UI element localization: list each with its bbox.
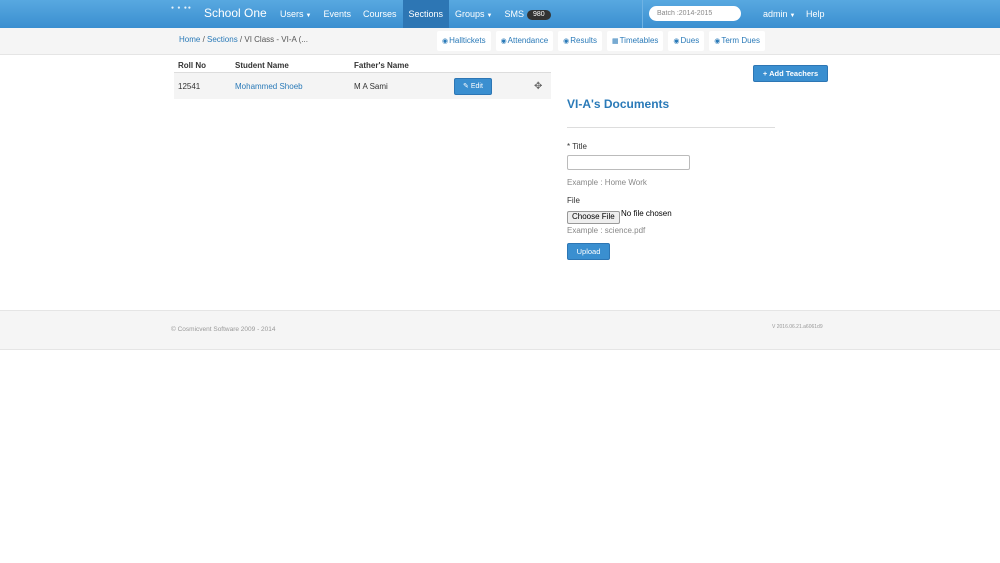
edit-label: Edit [470, 82, 483, 90]
caret-down-icon: ▼ [305, 13, 312, 19]
subnav-label: Attendance [507, 36, 549, 45]
cell-fathers-name: M A Sami [350, 72, 450, 99]
plus-icon: + [762, 69, 768, 78]
logo-icon[interactable]: ● ● ●● [171, 5, 192, 11]
col-fathers-name: Father's Name [354, 60, 409, 70]
file-hint: Example : science.pdf [567, 226, 646, 235]
eye-icon: ◉ [714, 38, 721, 45]
nav-divider [642, 0, 643, 28]
footer: © Cosmicvent Software 2009 - 2014 V 2016… [0, 310, 1000, 350]
nav-events[interactable]: Events [317, 0, 357, 28]
copyright-text: © Cosmicvent Software 2009 - 2014 [171, 326, 276, 333]
cell-student-name: Mohammed Shoeb [231, 72, 350, 99]
edit-button[interactable]: ✎ Edit [454, 77, 492, 95]
nav-groups[interactable]: Groups ▼ [449, 0, 498, 28]
brand-name[interactable]: School One [204, 6, 267, 20]
title-label: * Title [567, 142, 588, 151]
nav-sections-label: Sections [408, 9, 444, 19]
subnav-attendance[interactable]: ◉Attendance [495, 31, 554, 51]
subnav-timetables[interactable]: ▦Timetables [606, 31, 664, 51]
breadcrumb-home[interactable]: Home [179, 35, 200, 44]
sub-header: Home / Sections / VI Class - VI-A (... ◉… [0, 28, 1000, 55]
subnav-halltickets[interactable]: ◉Halltickets [437, 31, 491, 51]
admin-menu[interactable]: admin ▼ [763, 0, 795, 30]
nav-sms[interactable]: SMS 980 [499, 0, 557, 28]
eye-icon: ◉ [500, 38, 507, 45]
move-icon[interactable]: ✥ [534, 81, 542, 92]
breadcrumb-sections[interactable]: Sections [207, 35, 238, 44]
subnav-dues[interactable]: ◉Dues [668, 31, 705, 51]
caret-down-icon: ▼ [486, 13, 493, 19]
eye-icon: ◉ [563, 38, 570, 45]
eye-icon: ◉ [442, 38, 449, 45]
col-actions [450, 58, 530, 73]
edit-icon: ✎ [463, 82, 469, 90]
col-roll-no: Roll No [178, 60, 206, 70]
file-label: File [567, 196, 580, 205]
title-input[interactable] [567, 155, 690, 170]
upload-button[interactable]: Upload [567, 243, 610, 260]
nav-sms-label: SMS [504, 9, 525, 19]
divider [567, 127, 775, 128]
cell-actions: ✎ Edit [450, 72, 530, 99]
subnav-label: Results [570, 36, 597, 45]
student-link[interactable]: Mohammed Shoeb [235, 82, 303, 91]
table-row: 12541 Mohammed Shoeb M A Sami ✎ Edit ✥ [174, 72, 551, 99]
subnav-results[interactable]: ◉Results [558, 31, 602, 51]
subnav-label: Timetables [619, 36, 659, 45]
batch-selector[interactable] [649, 6, 741, 21]
nav-courses[interactable]: Courses [357, 0, 403, 28]
add-teachers-label: Add Teachers [769, 69, 819, 78]
main-nav: Users ▼ Events Courses Sections Groups ▼ S… [274, 0, 557, 28]
subnav-label: Dues [680, 36, 700, 45]
calendar-icon: ▦ [611, 38, 619, 45]
caret-down-icon: ▼ [789, 13, 796, 19]
breadcrumb: Home / Sections / VI Class - VI-A (... [179, 35, 308, 44]
table-header-row: Roll No Student Name Father's Name [174, 58, 551, 73]
nav-users-label: Users [280, 9, 304, 19]
top-navbar: ● ● ●● School One Users ▼ Events Courses … [0, 0, 1000, 28]
subnav-label: Halltickets [449, 36, 486, 45]
cell-roll-no: 12541 [174, 72, 231, 99]
cell-move: ✥ [530, 72, 551, 99]
nav-users[interactable]: Users ▼ [274, 0, 317, 28]
choose-file-button[interactable]: Choose File [567, 211, 620, 224]
nav-sections[interactable]: Sections [402, 0, 450, 28]
help-link[interactable]: Help [806, 0, 825, 28]
title-hint: Example : Home Work [567, 178, 647, 187]
students-table: Roll No Student Name Father's Name 12541… [174, 58, 551, 99]
nav-events-label: Events [323, 9, 351, 19]
nav-courses-label: Courses [362, 9, 397, 19]
col-student-name: Student Name [235, 60, 289, 70]
section-subnav: ◉Halltickets ◉Attendance ◉Results ▦Timet… [437, 31, 770, 51]
col-move [530, 58, 551, 73]
eye-icon: ◉ [673, 38, 680, 45]
no-file-text: No file chosen [621, 209, 672, 218]
version-text: V 2016.06.21.a6061d9 [772, 324, 823, 330]
admin-label: admin [763, 9, 788, 19]
subnav-label: Term Dues [721, 36, 760, 45]
nav-groups-label: Groups [455, 9, 485, 19]
sms-count-badge: 980 [527, 9, 551, 20]
add-teachers-button[interactable]: + Add Teachers [753, 65, 828, 82]
subnav-term-dues[interactable]: ◉Term Dues [709, 31, 765, 51]
documents-title: VI-A's Documents [567, 97, 670, 111]
breadcrumb-current: VI Class - VI-A (... [244, 35, 308, 44]
